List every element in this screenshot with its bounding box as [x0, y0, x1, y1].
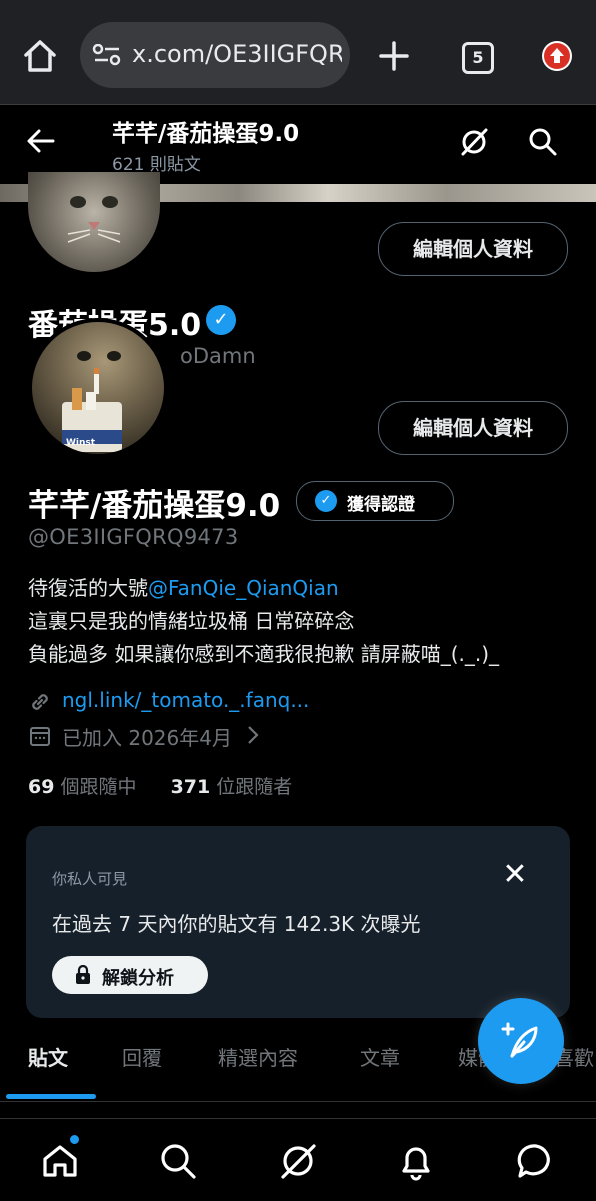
bottom-navigation [0, 1118, 596, 1201]
verified-badge-old-icon: ✓ [206, 305, 236, 335]
browser-toolbar: x.com/OE3IIGFQRQ9473 5 [0, 0, 596, 105]
grok-icon[interactable] [458, 126, 490, 158]
tab-articles[interactable]: 文章 [360, 1042, 400, 1071]
unlock-analytics-label: 解鎖分析 [102, 968, 174, 989]
profile-handle: @OE3IIGFQRQ9473 [28, 525, 239, 549]
back-arrow-icon[interactable] [26, 126, 56, 156]
profile-website-link[interactable]: ngl.link/_tomato._.fanq... [28, 688, 309, 712]
edit-profile-button[interactable]: 編輯個人資料 [378, 401, 568, 455]
bio-line-1: 待復活的大號@FanQie_QianQian [28, 572, 339, 601]
tab-divider [0, 1101, 596, 1102]
followers-label: 位跟隨者 [216, 776, 293, 798]
tab-switcher-button[interactable]: 5 [462, 42, 494, 74]
tab-posts[interactable]: 貼文 [28, 1042, 68, 1071]
nav-grok-icon[interactable] [278, 1141, 318, 1181]
cigarette-pack-band: Winst [62, 430, 122, 448]
following-count: 69 [28, 776, 55, 798]
get-verified-button[interactable]: ✓ 獲得認證 [296, 481, 454, 521]
edit-profile-button-old[interactable]: 編輯個人資料 [378, 222, 568, 276]
update-icon[interactable] [542, 41, 572, 71]
close-icon[interactable]: ✕ [500, 860, 530, 890]
calendar-icon [28, 724, 52, 748]
private-analytics-card: 你私人可見 ✕ 在過去 7 天內你的貼文有 142.3K 次曝光 解鎖分析 [26, 826, 570, 1018]
bio-line-3: 負能過多 如果讓你感到不適我很抱歉 請屏蔽喵_(._.)_ [28, 642, 500, 666]
compose-post-button[interactable] [478, 998, 564, 1084]
active-tab-indicator [6, 1094, 96, 1099]
cigarette-pack: Winst [62, 388, 122, 452]
tab-highlights[interactable]: 精選內容 [218, 1042, 298, 1071]
bio-mention-link[interactable]: @FanQie_QianQian [148, 576, 339, 600]
profile-handle-old: oDamn [180, 344, 256, 368]
joined-text: 已加入 2026年4月 [62, 726, 232, 750]
following-link[interactable]: 69 個跟隨中 [28, 776, 137, 798]
address-bar[interactable]: x.com/OE3IIGFQRQ9473 [80, 22, 350, 88]
new-tab-icon[interactable] [378, 40, 410, 72]
avatar-old[interactable] [28, 172, 160, 272]
card-visibility-label: 你私人可見 [52, 870, 128, 888]
followers-count: 371 [170, 776, 211, 798]
compose-feather-icon [500, 1020, 542, 1062]
tab-replies[interactable]: 回覆 [122, 1042, 162, 1071]
site-settings-icon[interactable] [92, 43, 122, 66]
bio-line-2: 這裏只是我的情緒垃圾桶 日常碎碎念 [28, 609, 355, 633]
avatar[interactable]: Winst [28, 318, 168, 458]
nav-notifications-icon[interactable] [396, 1141, 436, 1181]
search-icon[interactable] [528, 127, 558, 157]
home-notification-dot [70, 1135, 79, 1144]
website-text[interactable]: ngl.link/_tomato._.fanq... [28, 688, 309, 712]
get-verified-label: 獲得認證 [347, 495, 415, 515]
verified-check-icon: ✓ [315, 490, 337, 512]
follow-stats: 69 個跟隨中 371 位跟隨者 [28, 772, 292, 799]
followers-link[interactable]: 371 位跟隨者 [143, 776, 293, 798]
header-title: 芊芊/番茄操蛋9.0 [112, 121, 300, 147]
link-icon [28, 690, 52, 714]
bio-text: 待復活的大號 [28, 576, 148, 600]
pack-label: Winst [66, 438, 96, 448]
nav-search-icon[interactable] [158, 1141, 198, 1181]
unlock-analytics-button[interactable]: 解鎖分析 [52, 956, 208, 994]
cigarette-filter [72, 388, 82, 410]
joined-date[interactable]: 已加入 2026年4月 [28, 722, 260, 751]
following-label: 個跟隨中 [60, 776, 137, 798]
cigarette [86, 392, 96, 410]
home-icon[interactable] [20, 36, 60, 76]
profile-name: 芊芊/番茄操蛋9.0 [28, 488, 281, 524]
lock-icon [74, 964, 92, 985]
nav-messages-icon[interactable] [516, 1141, 556, 1181]
nav-home-icon[interactable] [40, 1141, 80, 1181]
url-text[interactable]: x.com/OE3IIGFQRQ9473 [132, 40, 342, 68]
chevron-right-icon [238, 726, 260, 750]
impressions-text: 在過去 7 天內你的貼文有 142.3K 次曝光 [52, 912, 421, 936]
